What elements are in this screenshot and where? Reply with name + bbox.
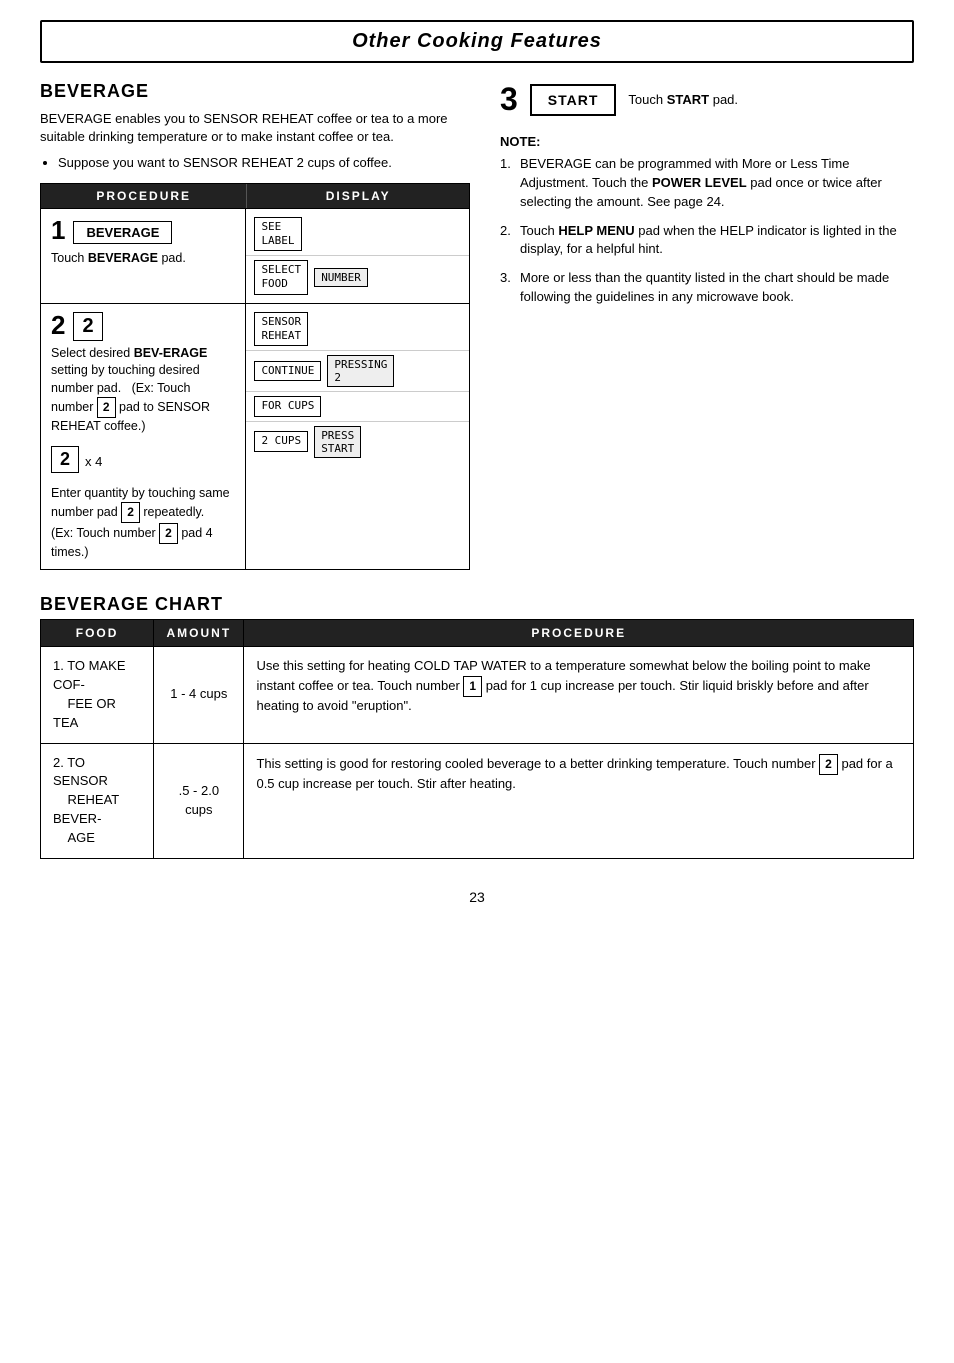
step2-press-start: PRESSSTART xyxy=(314,426,361,458)
step1-row: 1 BEVERAGE Touch BEVERAGE pad. SEELABEL … xyxy=(41,208,469,303)
step3-number: 3 xyxy=(500,81,518,118)
chart-header-amount: AMOUNT xyxy=(154,620,244,647)
page-header: Other Cooking Features xyxy=(40,20,914,63)
step2-disp-box3: FOR CUPS xyxy=(254,396,321,416)
step1-disp-number: NUMBER xyxy=(314,268,368,287)
chart-food-2: 2. TO SENSOR REHEAT BEVER- AGE xyxy=(41,743,154,858)
step2-disp4: 2 CUPS PRESSSTART xyxy=(246,422,469,462)
step2-disp2: CONTINUE PRESSING2 xyxy=(246,351,469,392)
note-list: BEVERAGE can be programmed with More or … xyxy=(500,155,914,307)
step3-area: 3 START Touch START pad. xyxy=(500,81,914,118)
step2-x4-row: 2 x 4 xyxy=(51,446,235,477)
step1-beverage-label: BEVERAGE xyxy=(73,221,172,244)
chart-row-2: 2. TO SENSOR REHEAT BEVER- AGE .5 - 2.0 … xyxy=(41,743,914,858)
step1-disp-box2: SELECTFOOD xyxy=(254,260,308,295)
chart-title: BEVERAGE CHART xyxy=(40,594,914,615)
step2-disp-box4: 2 CUPS xyxy=(254,431,308,451)
right-column: 3 START Touch START pad. NOTE: BEVERAGE … xyxy=(500,81,914,570)
start-button-display: START xyxy=(530,84,617,116)
chart-row-1: 1. TO MAKE COF- FEE OR TEA 1 - 4 cups Us… xyxy=(41,647,914,743)
chart-procedure-1: Use this setting for heating COLD TAP WA… xyxy=(244,647,914,743)
note-item-1: BEVERAGE can be programmed with More or … xyxy=(500,155,914,212)
chart-amount-1: 1 - 4 cups xyxy=(154,647,244,743)
step2-num3: 2 xyxy=(159,523,178,544)
beverage-section-title: BEVERAGE xyxy=(40,81,470,102)
display-col-header: DISPLAY xyxy=(246,184,469,208)
beverage-bullet1: Suppose you want to SENSOR REHEAT 2 cups… xyxy=(58,154,470,172)
step2-pressing: PRESSING2 xyxy=(327,355,394,387)
step2-x4-num: 2 xyxy=(51,446,79,473)
step3-instruction: Touch START pad. xyxy=(628,92,738,107)
step1-number: 1 xyxy=(51,217,65,243)
step2-enter-text: Enter quantity by touching same number p… xyxy=(51,485,235,562)
beverage-intro1: BEVERAGE enables you to SENSOR REHEAT co… xyxy=(40,110,470,146)
beverage-chart: FOOD AMOUNT PROCEDURE 1. TO MAKE COF- FE… xyxy=(40,619,914,859)
step1-disp2: SELECTFOOD NUMBER xyxy=(246,256,469,299)
step2-inner-num: 2 xyxy=(73,312,102,341)
chart-num1: 1 xyxy=(463,676,482,697)
step1-display: SEELABEL SELECTFOOD NUMBER xyxy=(246,209,469,303)
step2-num-ref: 2 xyxy=(97,397,116,418)
chart-food-1: 1. TO MAKE COF- FEE OR TEA xyxy=(41,647,154,743)
chart-procedure-2: This setting is good for restoring coole… xyxy=(244,743,914,858)
step2-number: 2 xyxy=(51,312,65,338)
step2-left: 2 2 Select desired BEV-ERAGE setting by … xyxy=(41,304,246,569)
page-number: 23 xyxy=(40,889,914,905)
chart-header-procedure: PROCEDURE xyxy=(244,620,914,647)
chart-header-row: FOOD AMOUNT PROCEDURE xyxy=(41,620,914,647)
step2-disp1: SENSORREHEAT xyxy=(246,308,469,352)
procedure-col-header: PROCEDURE xyxy=(41,184,246,208)
step1-disp-box1: SEELABEL xyxy=(254,217,301,252)
step2-x4-label: x 4 xyxy=(85,454,102,469)
note-section: NOTE: BEVERAGE can be programmed with Mo… xyxy=(500,134,914,307)
step2-row: 2 2 Select desired BEV-ERAGE setting by … xyxy=(41,303,469,569)
chart-amount-2: .5 - 2.0 cups xyxy=(154,743,244,858)
chart-num2: 2 xyxy=(819,754,838,775)
step1-disp1: SEELABEL xyxy=(246,213,469,257)
step2-instruction: Select desired BEV-ERAGE setting by touc… xyxy=(51,345,235,436)
chart-header-food: FOOD xyxy=(41,620,154,647)
note-title: NOTE: xyxy=(500,134,914,149)
procedure-display-table: PROCEDURE DISPLAY 1 BEVERAGE Touch BEVER… xyxy=(40,183,470,571)
step1-instruction: Touch BEVERAGE pad. xyxy=(51,250,235,268)
note-item-2: Touch HELP MENU pad when the HELP indica… xyxy=(500,222,914,260)
step1-left: 1 BEVERAGE Touch BEVERAGE pad. xyxy=(41,209,246,303)
step2-disp3: FOR CUPS xyxy=(246,392,469,421)
table-header: PROCEDURE DISPLAY xyxy=(41,184,469,208)
step2-display: SENSORREHEAT CONTINUE PRESSING2 FOR CUPS… xyxy=(246,304,469,569)
step2-disp-box1: SENSORREHEAT xyxy=(254,312,308,347)
step2-disp-box2: CONTINUE xyxy=(254,361,321,381)
note-item-3: More or less than the quantity listed in… xyxy=(500,269,914,307)
step2-num2: 2 xyxy=(121,502,140,523)
